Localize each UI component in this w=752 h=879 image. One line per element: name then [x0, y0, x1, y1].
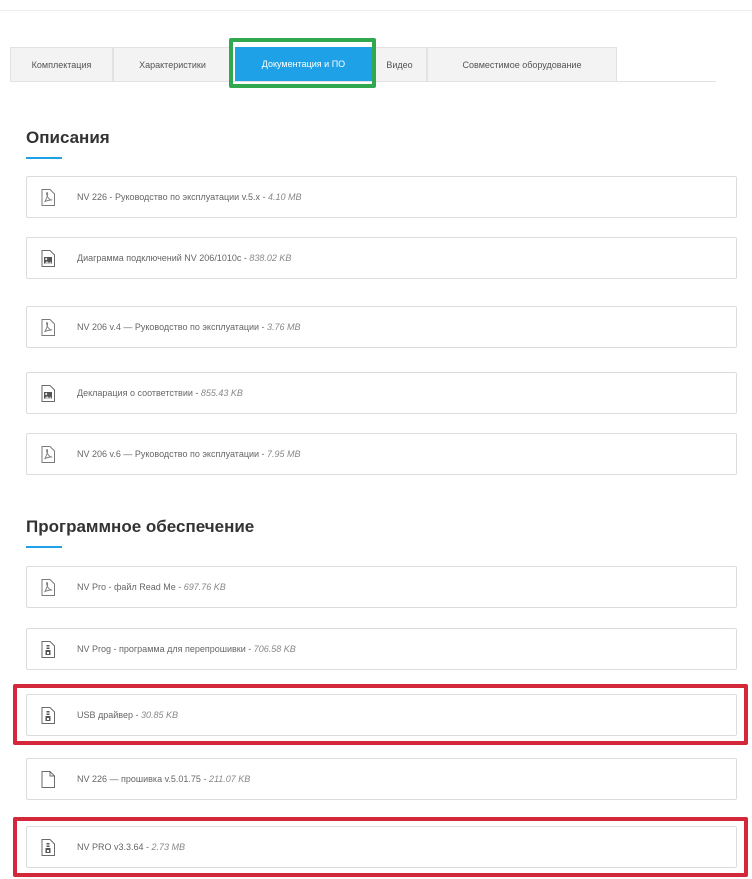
tab-docs-software[interactable]: Документация и ПО [235, 47, 372, 81]
archive-icon [41, 706, 55, 724]
tab-video[interactable]: Видео [372, 47, 427, 81]
image-file-icon [41, 384, 55, 402]
pdf-icon [41, 578, 55, 596]
tab-compatible-equipment[interactable]: Совместимое оборудование [427, 47, 617, 81]
file-size: 30.85 KB [141, 710, 179, 720]
file-item[interactable]: Декларация о соответствии - 855.43 KB [26, 372, 737, 414]
file-size: 3.76 MB [267, 322, 301, 332]
archive-icon [41, 838, 55, 856]
tab-kit[interactable]: Комплектация [10, 47, 113, 81]
pdf-icon [41, 445, 55, 463]
section-underline [26, 546, 62, 548]
section-title-descriptions: Описания [26, 128, 110, 147]
file-label: NV Prog - программа для перепрошивки - 7… [77, 644, 296, 654]
file-label: NV 206 v.6 — Руководство по эксплуатации… [77, 449, 301, 459]
archive-icon [41, 640, 55, 658]
file-label: NV PRO v3.3.64 - 2.73 MB [77, 842, 186, 852]
file-label: NV 226 — прошивка v.5.01.75 - 211.07 KB [77, 774, 251, 784]
pdf-icon [41, 318, 55, 336]
file-label: USB драйвер - 30.85 KB [77, 710, 179, 720]
file-size: 2.73 MB [151, 842, 186, 852]
file-size: 838.02 KB [249, 253, 292, 263]
file-item[interactable]: NV 226 — прошивка v.5.01.75 - 211.07 KB [26, 758, 737, 800]
tab-bar: Комплектация Характеристики Документация… [10, 47, 716, 82]
file-size: 697.76 KB [183, 582, 226, 592]
file-label: NV 206 v.4 — Руководство по эксплуатации… [77, 322, 301, 332]
file-size: 855.43 KB [200, 388, 243, 398]
file-label: Декларация о соответствии - 855.43 KB [77, 388, 243, 398]
file-item[interactable]: NV 206 v.4 — Руководство по эксплуатации… [26, 306, 737, 348]
section-underline [26, 157, 62, 159]
file-label: NV 226 - Руководство по эксплуатации v.5… [77, 192, 302, 202]
file-item[interactable]: USB драйвер - 30.85 KB [26, 694, 737, 736]
file-item[interactable]: NV Pro - файл Read Me - 697.76 KB [26, 566, 737, 608]
file-label: Диаграмма подключений NV 206/1010с - 838… [77, 253, 292, 263]
file-item[interactable]: NV PRO v3.3.64 - 2.73 MB [26, 826, 737, 868]
top-divider [0, 10, 752, 11]
blank-file-icon [41, 770, 55, 788]
file-item[interactable]: Диаграмма подключений NV 206/1010с - 838… [26, 237, 737, 279]
file-label: NV Pro - файл Read Me - 697.76 KB [77, 582, 226, 592]
image-file-icon [41, 249, 55, 267]
tab-specs[interactable]: Характеристики [113, 47, 232, 81]
file-size: 7.95 MB [267, 449, 301, 459]
file-size: 4.10 MB [268, 192, 302, 202]
file-item[interactable]: NV 206 v.6 — Руководство по эксплуатации… [26, 433, 737, 475]
pdf-icon [41, 188, 55, 206]
file-size: 706.58 KB [253, 644, 296, 654]
file-size: 211.07 KB [208, 774, 251, 784]
file-item[interactable]: NV Prog - программа для перепрошивки - 7… [26, 628, 737, 670]
section-title-software: Программное обеспечение [26, 517, 255, 536]
file-item[interactable]: NV 226 - Руководство по эксплуатации v.5… [26, 176, 737, 218]
